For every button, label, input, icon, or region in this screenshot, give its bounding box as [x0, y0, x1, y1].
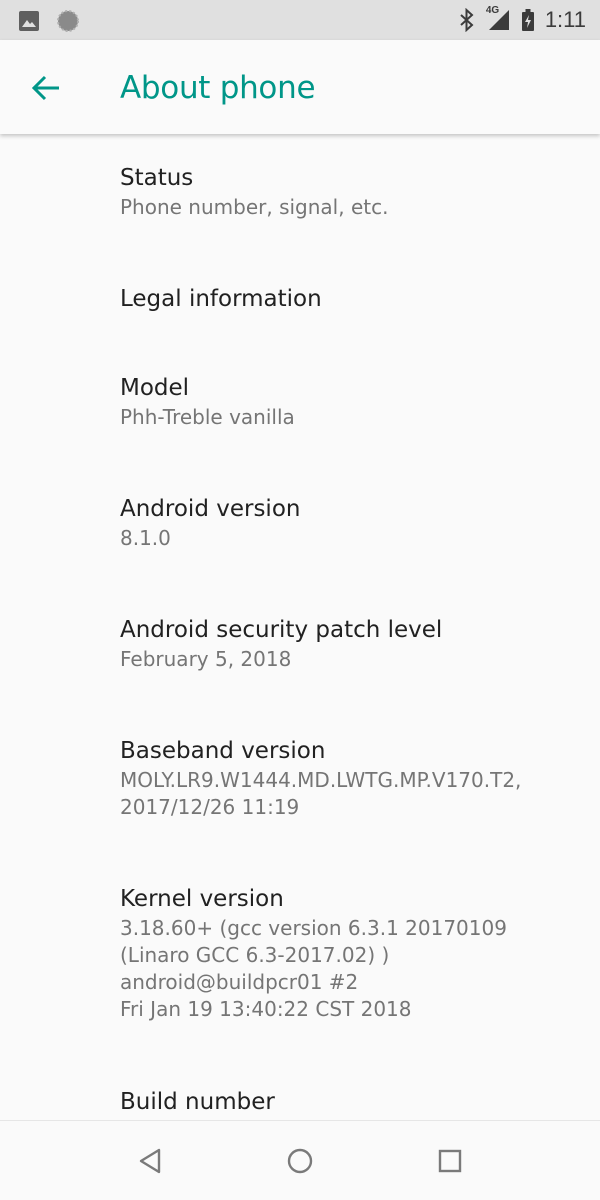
- page-title: About phone: [120, 70, 316, 106]
- notification-icons: [18, 9, 80, 33]
- list-item-status[interactable]: Status Phone number, signal, etc.: [0, 162, 600, 221]
- image-notification-icon: [19, 11, 39, 31]
- item-summary: 8.1.0: [120, 526, 171, 550]
- signal-icon: 4G: [485, 5, 511, 32]
- item-summary: MOLY.LR9.W1444.MD.LWTG.MP.V170.T2,: [120, 768, 522, 792]
- network-type-label: 4G: [485, 5, 500, 16]
- item-title: Legal information: [120, 286, 322, 312]
- item-title: Android security patch level: [120, 617, 443, 643]
- app-bar: About phone: [0, 40, 600, 134]
- item-summary: Phone number, signal, etc.: [120, 195, 389, 219]
- item-summary: Phh-Treble vanilla: [120, 405, 295, 429]
- item-summary: February 5, 2018: [120, 647, 292, 671]
- arrow-back-icon: [31, 75, 59, 101]
- item-title: Status: [120, 165, 194, 191]
- item-summary: Fri Jan 19 13:40:22 CST 2018: [120, 997, 412, 1021]
- item-summary: android@buildpcr01 #2: [120, 970, 359, 994]
- nav-home-button[interactable]: [282, 1143, 318, 1179]
- system-icons: 4G 1:11: [459, 0, 586, 40]
- settings-list: Status Phone number, signal, etc. Legal …: [0, 134, 600, 1120]
- nav-recents-button[interactable]: [432, 1143, 468, 1179]
- item-title: Kernel version: [120, 886, 284, 912]
- list-item-security-patch-level[interactable]: Android security patch level February 5,…: [0, 614, 600, 673]
- nav-back-button[interactable]: [133, 1143, 169, 1179]
- circle-notification-icon: [57, 10, 79, 32]
- bluetooth-icon: [460, 8, 474, 32]
- recents-square-icon: [438, 1149, 462, 1173]
- item-title: Build number: [120, 1089, 275, 1115]
- list-item-android-version[interactable]: Android version 8.1.0: [0, 493, 600, 552]
- item-title: Model: [120, 375, 190, 401]
- status-bar: 4G 1:11: [0, 0, 600, 40]
- item-summary: (Linaro GCC 6.3-2017.02) ): [120, 943, 390, 967]
- list-item-kernel-version[interactable]: Kernel version 3.18.60+ (gcc version 6.3…: [0, 883, 600, 1023]
- back-triangle-icon: [139, 1148, 161, 1174]
- list-item-model[interactable]: Model Phh-Treble vanilla: [0, 372, 600, 431]
- item-summary: 2017/12/26 11:19: [120, 795, 300, 819]
- item-title: Baseband version: [120, 738, 326, 764]
- list-item-baseband-version[interactable]: Baseband version MOLY.LR9.W1444.MD.LWTG.…: [0, 735, 600, 821]
- list-item-legal-information[interactable]: Legal information: [0, 283, 600, 315]
- back-button[interactable]: [26, 68, 66, 108]
- battery-icon: [521, 9, 534, 31]
- navigation-bar: [0, 1120, 600, 1200]
- item-summary: 3.18.60+ (gcc version 6.3.1 20170109: [120, 916, 507, 940]
- item-title: Android version: [120, 496, 301, 522]
- clock: 1:11: [544, 7, 586, 32]
- list-item-build-number[interactable]: Build number: [0, 1086, 600, 1118]
- home-circle-icon: [287, 1148, 313, 1174]
